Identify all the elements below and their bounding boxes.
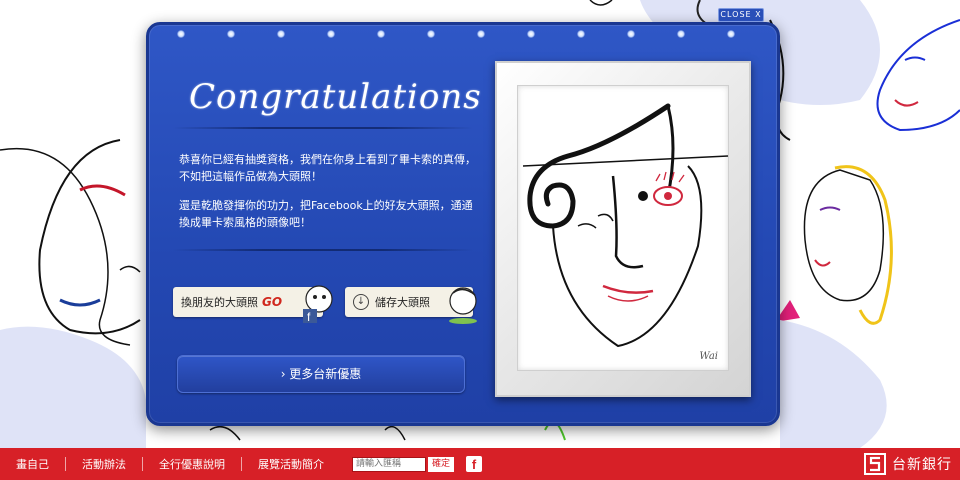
search-input[interactable] xyxy=(352,456,426,472)
change-friend-label: 換朋友的大頭照 xyxy=(181,296,258,309)
footer-link-event-rules[interactable]: 活動辦法 xyxy=(66,456,142,472)
more-offers-button[interactable]: › 更多台新優惠 xyxy=(177,355,465,393)
search-submit-button[interactable]: 確定 xyxy=(428,456,455,472)
artwork-signature: Wai xyxy=(699,351,718,362)
congrats-message: 恭喜你已經有抽獎資格，我們在你身上看到了畢卡索的真傳，不如把這幅作品做為大頭照！ xyxy=(179,153,476,183)
artwork-frame: Wai xyxy=(495,61,751,397)
save-label: 儲存大頭照 xyxy=(375,296,430,309)
cartoon-save-icon xyxy=(449,287,477,324)
invite-message: 還是乾脆發揮你的功力，把Facebook上的好友大頭照，通通換成畢卡索風格的頭像… xyxy=(179,199,473,229)
close-button[interactable]: CLOSE X xyxy=(718,8,764,22)
go-label: GO xyxy=(262,295,283,309)
footer-bar: 畫自己 活動辦法 全行優惠說明 展覽活動簡介 確定 f 台新銀行 xyxy=(0,448,960,480)
cartoon-facebook-icon: f xyxy=(303,285,333,324)
divider-top xyxy=(173,127,473,129)
artwork-canvas: Wai xyxy=(517,85,729,371)
taishin-logo-icon xyxy=(864,453,886,475)
marquee-lights xyxy=(169,30,763,40)
footer-link-exhibition[interactable]: 展覽活動簡介 xyxy=(242,456,340,472)
bank-name: 台新銀行 xyxy=(892,457,952,473)
congrats-title: Congratulations xyxy=(189,77,482,117)
bank-logo[interactable]: 台新銀行 xyxy=(864,453,952,475)
facebook-icon[interactable]: f xyxy=(466,456,483,472)
picasso-portrait xyxy=(522,103,729,348)
footer-link-draw-self[interactable]: 畫自己 xyxy=(0,456,65,472)
congrats-dialog: Congratulations 恭喜你已經有抽獎資格，我們在你身上看到了畢卡索的… xyxy=(146,22,780,426)
divider-bottom xyxy=(173,249,473,251)
footer-search: 確定 xyxy=(352,456,455,472)
download-icon: ↓ xyxy=(353,294,369,310)
footer-link-all-offers[interactable]: 全行優惠說明 xyxy=(143,456,241,472)
